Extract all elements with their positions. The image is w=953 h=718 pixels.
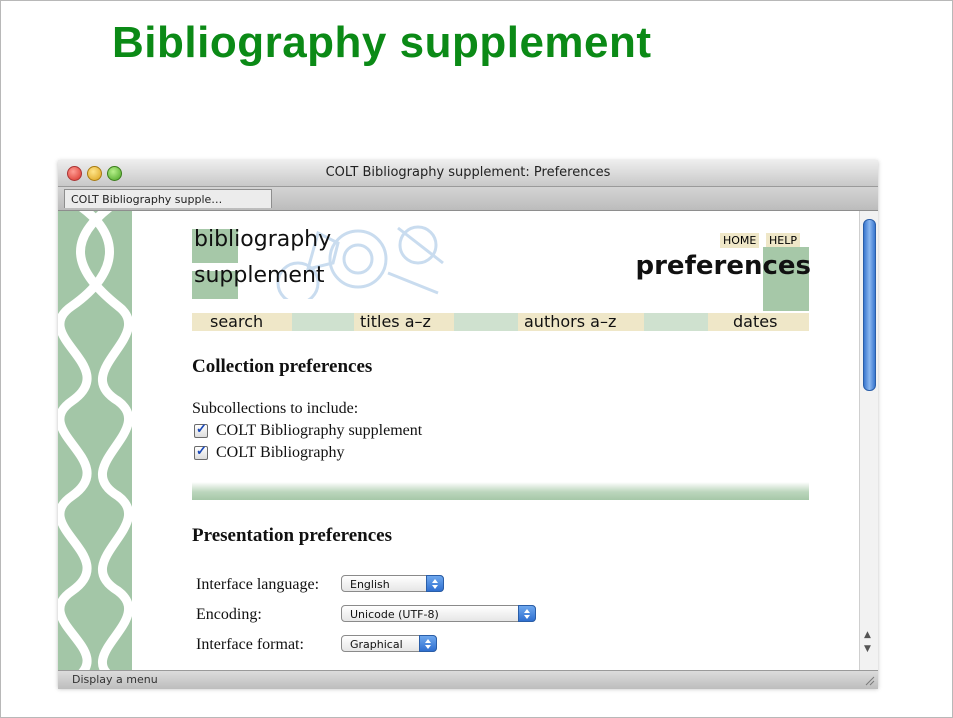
checkbox-label: COLT Bibliography xyxy=(216,444,345,461)
vertical-scrollbar[interactable]: ▲ ▼ xyxy=(859,211,878,670)
select-value: English xyxy=(350,578,390,591)
scroll-up-icon[interactable]: ▲ xyxy=(864,631,871,640)
select-arrows-icon xyxy=(518,605,536,622)
nav-authors-az[interactable]: authors a–z xyxy=(524,312,616,332)
nav-titles-az[interactable]: titles a–z xyxy=(360,312,431,332)
logo-line-1: bibliography xyxy=(194,227,332,252)
encoding-label: Encoding: xyxy=(196,606,262,623)
status-text: Display a menu xyxy=(72,673,158,686)
braid-decoration xyxy=(58,211,134,670)
nav-bar: search titles a–z authors a–z dates xyxy=(192,312,809,332)
resize-grip-icon[interactable] xyxy=(863,674,875,686)
collection-logo[interactable]: bibliography supplement xyxy=(192,223,452,299)
checkmark-icon: ✓ xyxy=(196,421,207,436)
collection-preferences-heading: Collection preferences xyxy=(192,356,373,377)
checkmark-icon: ✓ xyxy=(196,443,207,458)
status-bar: Display a menu xyxy=(58,670,878,689)
nav-search[interactable]: search xyxy=(210,312,263,332)
nav-dates[interactable]: dates xyxy=(733,312,777,332)
help-link[interactable]: HELP xyxy=(766,233,800,248)
interface-format-label: Interface format: xyxy=(196,636,304,653)
scroll-down-icon[interactable]: ▼ xyxy=(864,645,871,654)
page-viewport: bibliography supplement HOME HELP prefer… xyxy=(58,211,859,670)
checkbox-label: COLT Bibliography supplement xyxy=(216,422,423,439)
scrollbar-thumb[interactable] xyxy=(863,219,876,391)
page-heading: preferences xyxy=(635,251,812,281)
select-arrows-icon xyxy=(419,635,437,652)
select-value: Graphical xyxy=(350,638,403,651)
tab-colt-bibliography[interactable]: COLT Bibliography supple… xyxy=(64,189,272,208)
interface-language-select[interactable]: English xyxy=(341,575,444,592)
subcollections-label: Subcollections to include: xyxy=(192,400,359,417)
presentation-preferences-heading: Presentation preferences xyxy=(192,525,392,546)
tab-bar: COLT Bibliography supple… xyxy=(58,187,878,211)
select-arrows-icon xyxy=(426,575,444,592)
slide-title: Bibliography supplement xyxy=(112,18,652,67)
section-divider xyxy=(192,482,809,500)
window-title: COLT Bibliography supplement: Preference… xyxy=(325,165,611,180)
interface-format-select[interactable]: Graphical xyxy=(341,635,437,652)
home-link[interactable]: HOME xyxy=(720,233,760,248)
logo-line-2: supplement xyxy=(194,263,325,288)
checkbox-colt-bibliography[interactable]: ✓ xyxy=(194,443,208,460)
select-value: Unicode (UTF-8) xyxy=(350,608,439,621)
browser-window: COLT Bibliography supplement: Preference… xyxy=(58,160,878,689)
checkbox-colt-bibliography-supplement[interactable]: ✓ xyxy=(194,421,208,438)
window-titlebar[interactable]: COLT Bibliography supplement: Preference… xyxy=(58,160,878,187)
interface-language-label: Interface language: xyxy=(196,576,320,593)
encoding-select[interactable]: Unicode (UTF-8) xyxy=(341,605,536,622)
